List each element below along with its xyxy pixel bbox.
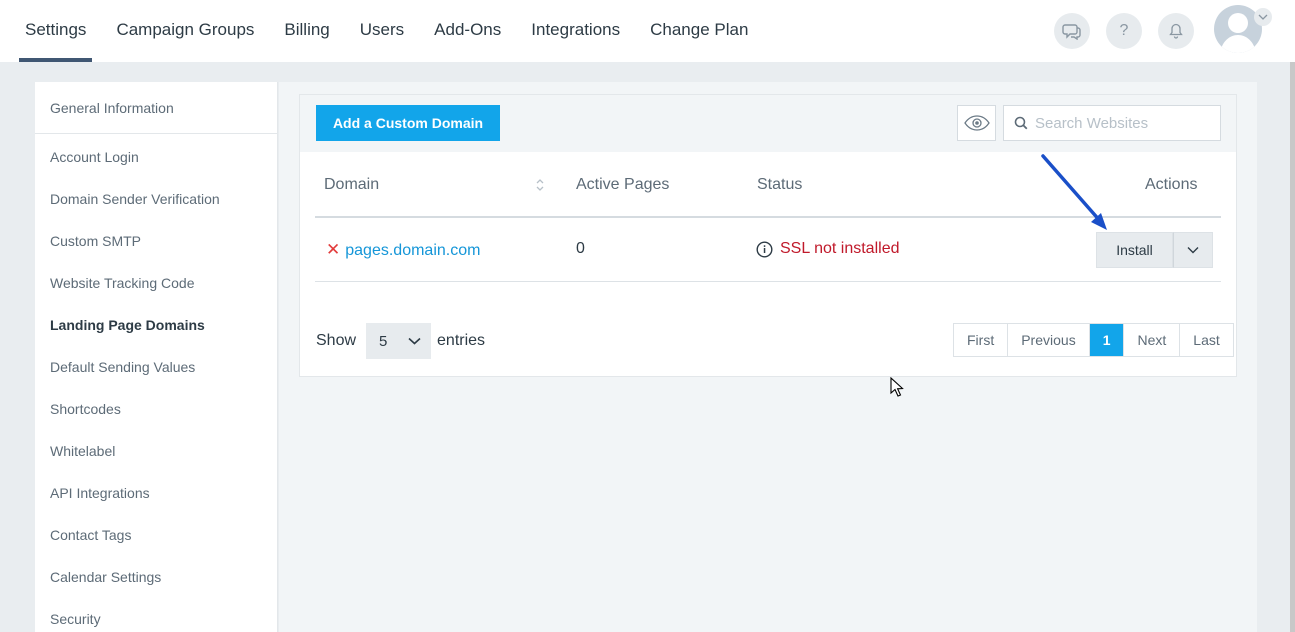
eye-icon[interactable] — [957, 105, 996, 141]
page-size-control: Show 5 entries — [316, 323, 485, 359]
sidebar-item-security[interactable]: Security — [35, 611, 101, 627]
tab-add-ons[interactable]: Add-Ons — [419, 0, 516, 62]
chevron-down-icon — [408, 337, 421, 345]
status-badge: SSL not installed — [780, 240, 900, 257]
sidebar-item-contact-tags[interactable]: Contact Tags — [35, 527, 131, 543]
card-toolbar: Add a Custom Domain — [300, 95, 1236, 152]
column-header-active-pages: Active Pages — [576, 176, 670, 193]
search-icon — [1014, 116, 1028, 130]
column-header-actions: Actions — [1145, 176, 1198, 193]
tab-change-plan[interactable]: Change Plan — [635, 0, 763, 62]
tab-users[interactable]: Users — [345, 0, 419, 62]
add-custom-domain-button[interactable]: Add a Custom Domain — [316, 105, 500, 141]
pagination-last[interactable]: Last — [1180, 324, 1233, 356]
table-row: ✕ pages.domain.com — [326, 240, 480, 260]
chat-icon[interactable] — [1054, 13, 1090, 49]
row-divider — [315, 281, 1221, 282]
sidebar-item-account-login[interactable]: Account Login — [35, 149, 139, 165]
domain-link[interactable]: pages.domain.com — [345, 242, 480, 259]
annotation-arrow — [1041, 154, 1107, 230]
entries-label: entries — [437, 332, 486, 349]
tab-campaign-groups[interactable]: Campaign Groups — [101, 0, 269, 62]
sidebar-item-custom-smtp[interactable]: Custom SMTP — [35, 233, 141, 249]
settings-sidebar: General Information Account Login Domain… — [35, 82, 278, 632]
pagination-first[interactable]: First — [954, 324, 1009, 356]
sidebar-item-api-integrations[interactable]: API Integrations — [35, 485, 150, 501]
tab-settings[interactable]: Settings — [19, 0, 93, 62]
bell-icon[interactable] — [1158, 13, 1194, 49]
install-dropdown-toggle[interactable] — [1173, 232, 1213, 268]
sort-icon[interactable] — [535, 178, 545, 197]
sidebar-item-website-tracking-code[interactable]: Website Tracking Code — [35, 275, 194, 291]
sidebar-item-general-information[interactable]: General Information — [35, 100, 174, 116]
sidebar-item-calendar-settings[interactable]: Calendar Settings — [35, 569, 161, 585]
entries-value: 5 — [379, 332, 388, 350]
column-header-status: Status — [757, 176, 803, 193]
help-icon[interactable]: ? — [1106, 13, 1142, 49]
show-label: Show — [316, 332, 357, 349]
pagination-page-current[interactable]: 1 — [1089, 324, 1125, 356]
pagination-previous[interactable]: Previous — [1008, 324, 1090, 356]
sidebar-divider — [35, 133, 278, 134]
info-icon — [756, 240, 773, 258]
chevron-down-icon[interactable] — [1254, 8, 1272, 26]
pagination: First Previous 1 Next Last — [953, 323, 1234, 357]
cursor-icon — [890, 377, 904, 397]
tab-integrations[interactable]: Integrations — [516, 0, 635, 62]
search-input[interactable] — [1035, 114, 1215, 132]
column-header-domain[interactable]: Domain — [324, 176, 379, 194]
sidebar-item-shortcodes[interactable]: Shortcodes — [35, 401, 121, 417]
status-cell: SSL not installed — [756, 240, 899, 258]
chevron-down-icon — [1187, 246, 1199, 254]
sidebar-item-default-sending-values[interactable]: Default Sending Values — [35, 359, 195, 375]
entries-select[interactable]: 5 — [366, 323, 432, 359]
close-icon[interactable]: ✕ — [326, 240, 340, 259]
settings-tabs: Settings Campaign Groups Billing Users A… — [19, 0, 763, 62]
sidebar-item-whitelabel[interactable]: Whitelabel — [35, 443, 115, 459]
tab-billing[interactable]: Billing — [269, 0, 344, 62]
sidebar-item-landing-page-domains[interactable]: Landing Page Domains — [35, 317, 205, 333]
top-navigation: Settings Campaign Groups Billing Users A… — [0, 0, 1295, 62]
header-actions: ? — [1054, 13, 1194, 49]
scrollbar[interactable] — [1290, 62, 1295, 632]
sidebar-item-domain-sender-verification[interactable]: Domain Sender Verification — [35, 191, 220, 207]
pagination-next[interactable]: Next — [1124, 324, 1181, 356]
active-pages-value: 0 — [576, 240, 585, 257]
search-websites-field — [1003, 105, 1221, 141]
